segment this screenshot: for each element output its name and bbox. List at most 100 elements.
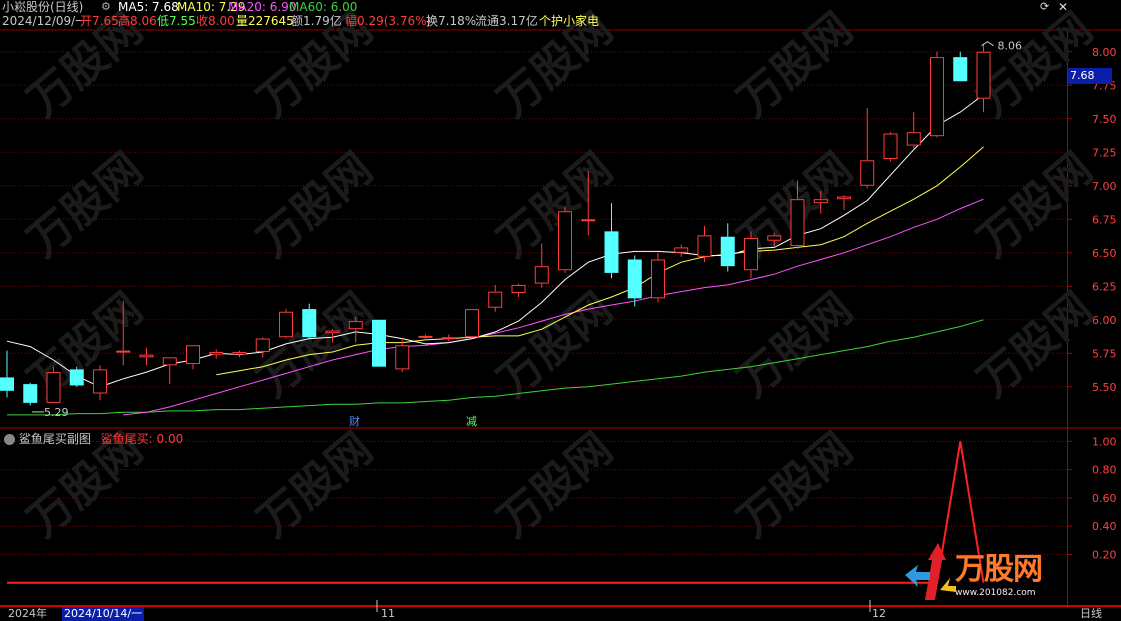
open-label: 开7.65 bbox=[80, 14, 119, 28]
stock-name[interactable]: 小崧股份(日线) bbox=[2, 0, 83, 14]
candle-up bbox=[511, 284, 526, 293]
sub-y-tick-label: 0.60 bbox=[1092, 492, 1117, 505]
logo-yellow-arrow-icon bbox=[940, 578, 956, 592]
main-y-tick-label: 6.50 bbox=[1092, 247, 1117, 260]
sub-chart-title[interactable]: 鲨鱼尾买副图 bbox=[19, 432, 91, 446]
candle-down bbox=[69, 369, 84, 386]
candle-up bbox=[837, 196, 851, 200]
stock-chart[interactable]: 8.007.757.507.257.006.756.506.256.005.75… bbox=[0, 0, 1121, 620]
high-label: 高8.06 bbox=[118, 14, 157, 28]
watermark-tile: 万股网 bbox=[488, 283, 622, 407]
event-marker: 减 bbox=[466, 415, 477, 428]
candle-down bbox=[720, 236, 735, 267]
candle-up bbox=[255, 338, 270, 352]
title-bar: 小崧股份(日线) ⚙ MA5: 7.68 MA10: 7.29 MA20: 6.… bbox=[0, 0, 1121, 14]
main-y-tick-label: 5.50 bbox=[1092, 381, 1117, 394]
watermark-tile: 万股网 bbox=[488, 143, 622, 267]
x-label-nov: 11 bbox=[381, 607, 395, 620]
candle-up bbox=[395, 345, 410, 370]
watermark-tile: 万股网 bbox=[968, 283, 1102, 407]
candle-up bbox=[325, 330, 340, 334]
main-y-tick-label: 5.75 bbox=[1092, 347, 1117, 360]
x-label-year: 2024年 bbox=[8, 607, 47, 620]
candle-up bbox=[906, 132, 921, 146]
candle-down bbox=[953, 57, 968, 82]
close-icon[interactable]: ✕ bbox=[1058, 0, 1068, 14]
candle-up bbox=[976, 51, 991, 99]
candle-up bbox=[674, 247, 689, 253]
candle-up bbox=[883, 133, 898, 159]
sub-y-tick-label: 0.80 bbox=[1092, 464, 1117, 477]
main-y-tick-label: 8.00 bbox=[1092, 46, 1117, 59]
low-label: 低7.55 bbox=[157, 14, 196, 28]
ma60-label: MA60: 6.00 bbox=[289, 0, 358, 14]
candle-up bbox=[441, 337, 456, 340]
candle-up bbox=[534, 266, 549, 284]
date-label: 2024/12/09/一 bbox=[2, 14, 88, 28]
sector-tag[interactable]: 个护小家电 bbox=[539, 14, 599, 28]
low-marker-label: 5.29 bbox=[44, 406, 69, 419]
candle-down bbox=[23, 384, 38, 403]
candle-down bbox=[0, 377, 14, 391]
x-label-cursor-date: 2024/10/14/一 bbox=[62, 607, 145, 621]
candle-down bbox=[627, 259, 642, 299]
candle-up bbox=[93, 369, 107, 394]
sub-chart-value: 鲨鱼尾买: 0.00 bbox=[100, 432, 184, 446]
candle-up bbox=[697, 235, 712, 257]
current-price-tag: 7.68 bbox=[1068, 68, 1112, 84]
candle-up bbox=[465, 309, 479, 338]
candle-up bbox=[232, 351, 247, 355]
watermark-url: www.201082.com bbox=[955, 588, 1036, 598]
candle-up bbox=[116, 350, 131, 353]
main-y-tick-label: 7.25 bbox=[1092, 146, 1117, 159]
sub-chart-header: 鲨鱼尾买副图 鲨鱼尾买: 0.00 bbox=[4, 430, 183, 447]
ma5-label: MA5: 7.68 bbox=[118, 0, 179, 14]
sub-y-tick-label: 1.00 bbox=[1092, 435, 1117, 448]
refresh-icon[interactable]: ⟳ bbox=[1040, 0, 1049, 14]
candle-up bbox=[813, 199, 828, 204]
watermark-tile: 万股网 bbox=[728, 283, 862, 407]
x-label-dec: 12 bbox=[872, 607, 886, 620]
candle-up bbox=[767, 235, 782, 241]
candle-up bbox=[279, 311, 293, 338]
watermark-brand: 万股网 bbox=[955, 552, 1043, 587]
ma20-label: MA20: 6.90 bbox=[228, 0, 297, 14]
watermark-tile: 万股网 bbox=[968, 143, 1102, 267]
turnover-label: 换7.18% bbox=[426, 14, 477, 28]
candle-down bbox=[302, 309, 317, 338]
quote-info-bar: 2024/12/09/一 开7.65 高8.06 低7.55 收8.00 量22… bbox=[0, 14, 1121, 30]
candle-up bbox=[558, 211, 572, 271]
watermark-tile: 万股网 bbox=[18, 143, 152, 267]
close-label: 收8.00 bbox=[196, 14, 235, 28]
candle-up bbox=[418, 335, 433, 338]
candle-up bbox=[651, 259, 665, 299]
candle-up bbox=[348, 321, 363, 330]
candle-down bbox=[604, 231, 619, 273]
settings-gear-icon[interactable]: ⚙ bbox=[101, 0, 111, 14]
candle-up bbox=[46, 372, 61, 403]
event-marker: 财 bbox=[349, 414, 360, 428]
candle-up bbox=[860, 160, 875, 186]
high-marker-label: 8.06 bbox=[998, 40, 1023, 53]
candle-up bbox=[162, 357, 177, 366]
candle-up bbox=[186, 345, 200, 365]
candle-up bbox=[790, 199, 805, 247]
candle-down bbox=[372, 319, 386, 367]
candle-up bbox=[139, 354, 154, 358]
volume-label: 量227645 bbox=[236, 14, 294, 28]
watermark-logo: 万股网 www.201082.com bbox=[955, 553, 1065, 613]
amount-label: 额1.79亿 bbox=[291, 14, 342, 28]
watermark-tile: 万股网 bbox=[248, 143, 382, 267]
period-button[interactable]: 日线 bbox=[1080, 607, 1102, 621]
candle-up bbox=[209, 351, 224, 355]
watermark-tile: 万股网 bbox=[18, 283, 152, 407]
candle-up bbox=[744, 238, 758, 271]
candle-up bbox=[930, 57, 944, 137]
collapse-icon[interactable] bbox=[4, 434, 15, 445]
main-y-tick-label: 6.75 bbox=[1092, 213, 1117, 226]
main-y-tick-label: 6.25 bbox=[1092, 280, 1117, 293]
candle-up bbox=[488, 291, 503, 308]
change-label: 幅0.29(3.76%) bbox=[345, 14, 432, 28]
main-y-tick-label: 7.50 bbox=[1092, 113, 1117, 126]
sub-y-tick-label: 0.40 bbox=[1092, 520, 1117, 533]
